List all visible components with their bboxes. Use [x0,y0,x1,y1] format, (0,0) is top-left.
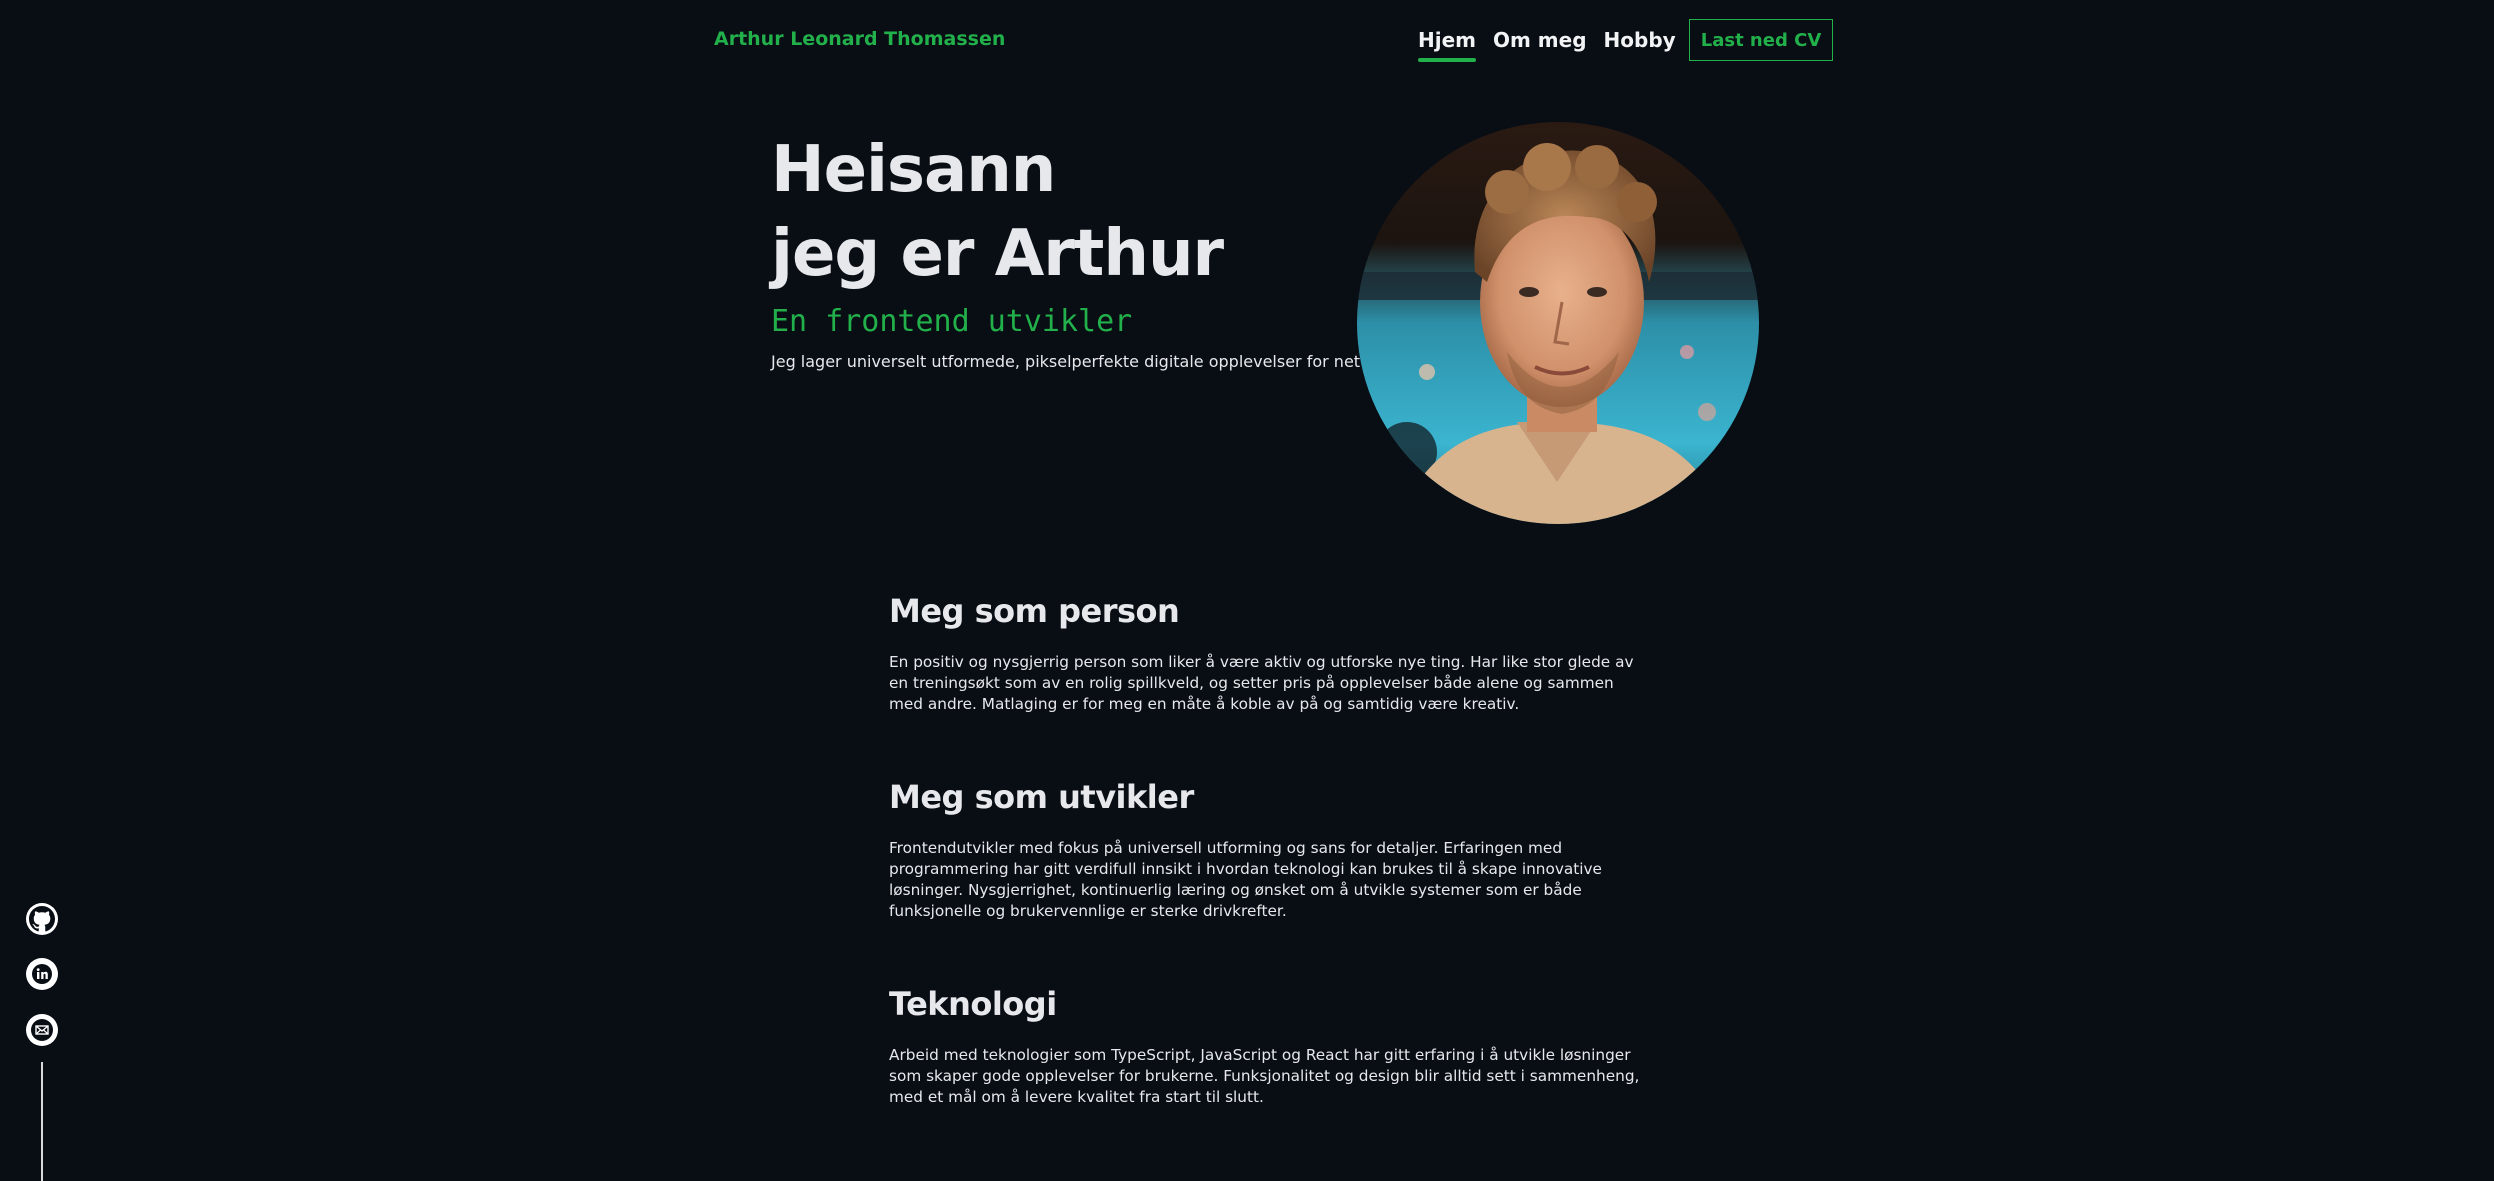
section-developer: Meg som utvikler Frontendutvikler med fo… [889,778,1649,922]
linkedin-icon[interactable] [26,958,58,990]
section-title: Teknologi [889,985,1057,1023]
section-title: Meg som person [889,592,1180,630]
nav-item-hjem[interactable]: Hjem [1418,28,1476,62]
hero-name: jeg er Arthur [771,217,1224,291]
hero-tagline: Jeg lager universelt utformede, pikselpe… [771,352,1388,371]
nav-item-hobby[interactable]: Hobby [1604,28,1676,60]
main-nav: Hjem Om meg Hobby [1418,28,1676,62]
page: Arthur Leonard Thomassen Hjem Om meg Hob… [0,0,2494,1181]
hero-role: En frontend utvikler [771,304,1133,339]
section-body: En positiv og nysgjerrig person som like… [889,653,1634,713]
section-title: Meg som utvikler [889,778,1194,816]
profile-photo-illustration [1357,122,1759,524]
github-icon[interactable] [26,903,58,935]
download-cv-button[interactable]: Last ned CV [1689,19,1833,61]
section-body: Arbeid med teknologier som TypeScript, J… [889,1046,1640,1106]
social-rail-line [41,1062,43,1181]
linkedin-icon-glyph [32,964,52,984]
github-icon-glyph [29,906,55,932]
hero-greeting: Heisann [771,133,1056,207]
nav-item-om-meg[interactable]: Om meg [1493,28,1587,60]
brand-link[interactable]: Arthur Leonard Thomassen [714,28,1005,50]
section-body: Frontendutvikler med fokus på universell… [889,839,1602,920]
section-person: Meg som person En positiv og nysgjerrig … [889,592,1649,715]
profile-photo [1357,122,1759,524]
section-technology: Teknologi Arbeid med teknologier som Typ… [889,985,1649,1108]
mail-icon[interactable] [26,1014,58,1046]
mail-icon-glyph [31,1019,53,1041]
